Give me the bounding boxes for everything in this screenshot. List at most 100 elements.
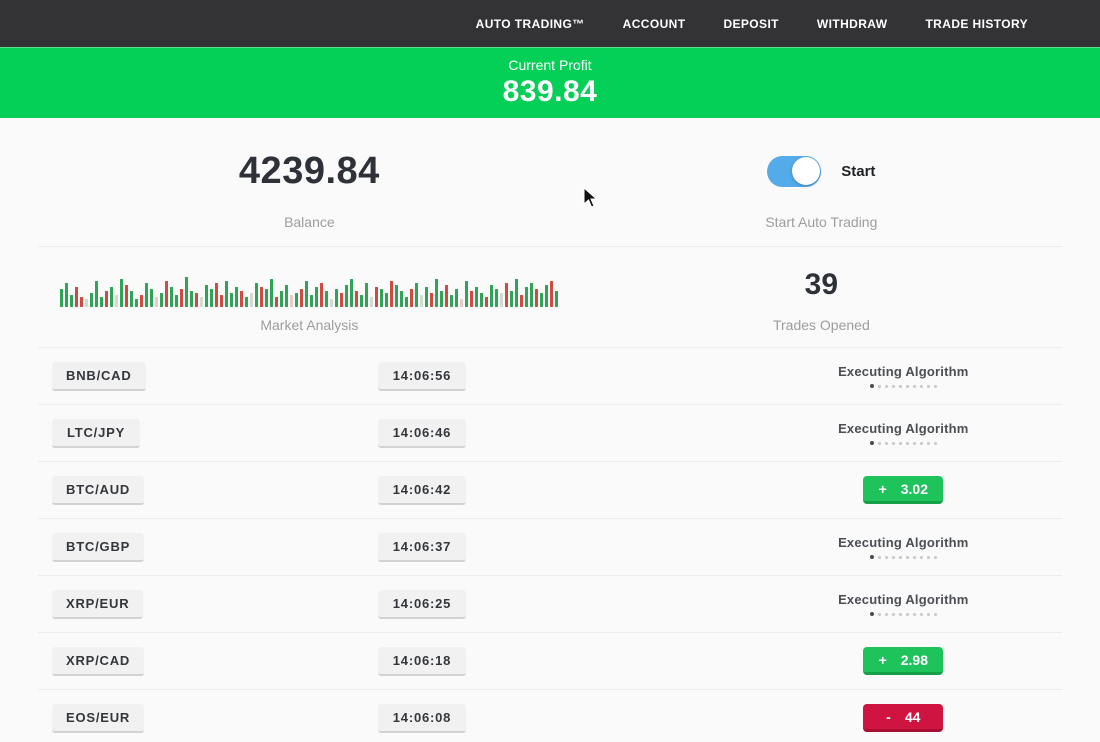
- market-analysis-label: Market Analysis: [260, 317, 358, 333]
- market-bar: [440, 291, 443, 307]
- market-bar: [530, 283, 533, 307]
- executing-status: Executing Algorithm: [838, 421, 968, 445]
- progress-dot-icon: [892, 385, 895, 388]
- market-bar: [385, 293, 388, 307]
- market-bar: [445, 285, 448, 307]
- market-bar: [310, 295, 313, 307]
- market-analysis-cell: Market Analysis: [38, 263, 581, 333]
- progress-dot-icon: [927, 556, 930, 559]
- market-bar: [555, 291, 558, 307]
- market-bar: [390, 281, 393, 307]
- trade-row: BTC/AUD 14:06:42 +3.02: [38, 462, 1062, 519]
- market-bar: [425, 287, 428, 307]
- time-badge: 14:06:42: [378, 476, 466, 505]
- market-bar: [510, 291, 513, 307]
- status-cell: +2.98: [745, 647, 1062, 675]
- progress-dot-icon: [870, 612, 874, 616]
- market-bar: [480, 293, 483, 307]
- market-bar: [215, 283, 218, 307]
- trades-table: BNB/CAD 14:06:56 Executing Algorithm LTC…: [38, 348, 1062, 742]
- nav-item-auto-trading[interactable]: AUTO TRADING™: [476, 17, 585, 31]
- auto-trading-toggle[interactable]: [767, 156, 821, 187]
- market-bar: [65, 283, 68, 307]
- market-bar: [160, 293, 163, 307]
- progress-dot-icon: [899, 556, 902, 559]
- current-profit-banner: Current Profit 839.84: [0, 47, 1100, 118]
- market-bar: [175, 295, 178, 307]
- progress-dot-icon: [899, 385, 902, 388]
- market-bar: [205, 285, 208, 307]
- market-bar: [210, 289, 213, 307]
- progress-dot-icon: [913, 385, 916, 388]
- market-bar: [450, 295, 453, 307]
- main-content: 4239.84 Balance Start Start Auto Trading…: [0, 118, 1100, 742]
- nav-item-trade-history[interactable]: TRADE HISTORY: [925, 17, 1028, 31]
- market-bar: [280, 291, 283, 307]
- market-bar: [285, 285, 288, 307]
- market-bar: [470, 291, 473, 307]
- market-bar: [345, 285, 348, 307]
- progress-dot-icon: [878, 442, 881, 445]
- progress-dots: [870, 612, 937, 616]
- progress-dots: [870, 384, 937, 388]
- progress-dot-icon: [920, 442, 923, 445]
- progress-dot-icon: [878, 385, 881, 388]
- market-bar: [295, 293, 298, 307]
- market-bar: [375, 287, 378, 307]
- nav-item-withdraw[interactable]: WITHDRAW: [817, 17, 888, 31]
- pair-badge: BNB/CAD: [52, 362, 146, 391]
- toggle-start-label: Start: [841, 163, 875, 180]
- balance-label: Balance: [284, 214, 335, 230]
- market-bar: [195, 293, 198, 307]
- progress-dot-icon: [913, 442, 916, 445]
- market-bar: [155, 297, 158, 307]
- progress-dot-icon: [892, 613, 895, 616]
- market-bar: [85, 299, 88, 307]
- progress-dot-icon: [885, 556, 888, 559]
- market-bar: [125, 285, 128, 307]
- market-bar: [90, 293, 93, 307]
- market-bar: [415, 283, 418, 307]
- status-cell: Executing Algorithm: [745, 535, 1062, 559]
- progress-dot-icon: [906, 442, 909, 445]
- executing-label: Executing Algorithm: [838, 535, 968, 550]
- market-bar: [250, 293, 253, 307]
- progress-dot-icon: [920, 556, 923, 559]
- market-bar: [330, 299, 333, 307]
- market-bar: [325, 291, 328, 307]
- toggle-knob-icon: [792, 157, 820, 185]
- market-bar: [110, 287, 113, 307]
- profit-badge: +3.02: [863, 476, 943, 504]
- progress-dot-icon: [870, 555, 874, 559]
- pair-badge: XRP/EUR: [52, 590, 143, 619]
- pair-badge: LTC/JPY: [52, 419, 140, 448]
- market-bar: [465, 281, 468, 307]
- nav-item-account[interactable]: ACCOUNT: [623, 17, 686, 31]
- progress-dot-icon: [920, 385, 923, 388]
- market-bar: [500, 293, 503, 307]
- market-bar: [400, 291, 403, 307]
- market-bar: [370, 297, 373, 307]
- market-bar: [420, 295, 423, 307]
- trade-row: BTC/GBP 14:06:37 Executing Algorithm: [38, 519, 1062, 576]
- progress-dot-icon: [913, 556, 916, 559]
- market-bar: [365, 283, 368, 307]
- market-bar: [305, 281, 308, 307]
- balance-cell: 4239.84 Balance: [38, 142, 581, 230]
- result-sign: +: [879, 652, 887, 668]
- nav-item-deposit[interactable]: DEPOSIT: [723, 17, 778, 31]
- progress-dot-icon: [934, 556, 937, 559]
- auto-trading-cell: Start Start Auto Trading: [581, 142, 1062, 230]
- market-bar: [95, 281, 98, 307]
- market-bar: [350, 279, 353, 307]
- market-bar: [240, 291, 243, 307]
- current-profit-value: 839.84: [503, 75, 598, 109]
- progress-dot-icon: [878, 556, 881, 559]
- executing-label: Executing Algorithm: [838, 421, 968, 436]
- progress-dot-icon: [870, 384, 874, 388]
- market-bar: [270, 279, 273, 307]
- market-bar: [200, 297, 203, 307]
- progress-dot-icon: [927, 613, 930, 616]
- result-value: 44: [905, 709, 921, 725]
- trade-row: LTC/JPY 14:06:46 Executing Algorithm: [38, 405, 1062, 462]
